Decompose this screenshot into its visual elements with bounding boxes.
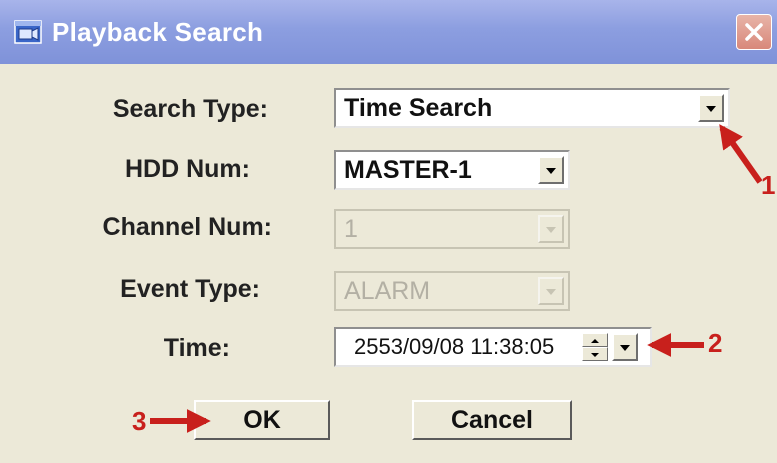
playback-search-dialog: Playback Search Search Type: Time Search… [0,0,777,463]
annotation-number-2: 2 [708,328,723,358]
arrow-1 [719,124,763,184]
annotation-number-1: 1 [761,170,776,200]
annotation-number-3: 3 [132,406,147,436]
annotation-arrows [150,124,763,433]
